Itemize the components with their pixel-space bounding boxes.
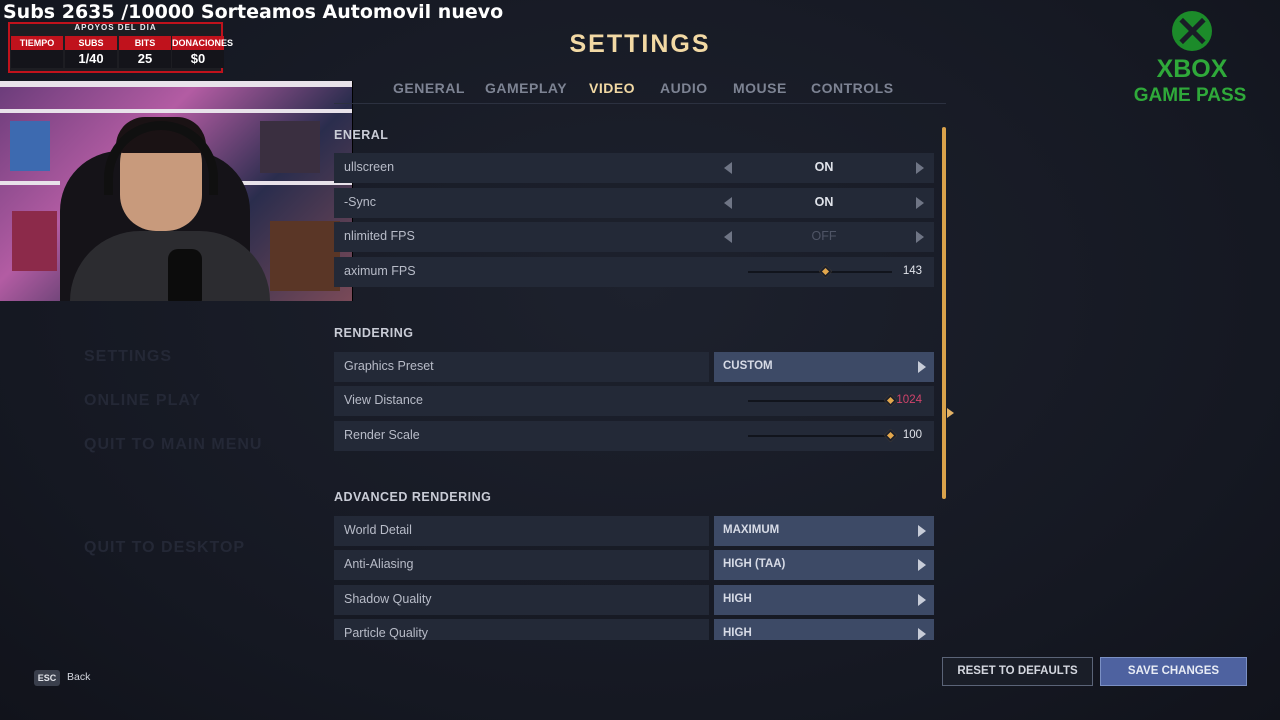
setting-label: Graphics Preset — [344, 359, 434, 373]
tab-audio[interactable]: AUDIO — [660, 80, 708, 96]
chevron-right-icon — [918, 361, 926, 373]
setting-label: Anti-Aliasing — [344, 557, 414, 571]
mouse-cursor-icon — [947, 408, 954, 418]
shelf — [0, 81, 352, 87]
arrow-right-icon[interactable] — [916, 197, 924, 209]
anti-aliasing-dropdown[interactable]: HIGH (TAA) — [714, 550, 934, 580]
webcam-feed — [0, 81, 353, 301]
slider-track[interactable] — [748, 400, 892, 402]
back-label[interactable]: Back — [67, 671, 90, 683]
setting-value: 1024 — [896, 394, 922, 406]
graphics-preset-dropdown[interactable]: CUSTOM — [714, 352, 934, 382]
setting-fullscreen[interactable]: ullscreen ON — [334, 153, 934, 183]
setting-label-cell: Shadow Quality — [334, 585, 709, 615]
settings-tabs: GENERAL GAMEPLAY VIDEO AUDIO MOUSE CONTR… — [334, 74, 946, 104]
arrow-right-icon[interactable] — [916, 162, 924, 174]
tab-gameplay[interactable]: GAMEPLAY — [485, 80, 567, 96]
collectible — [270, 221, 340, 291]
setting-shadow-quality[interactable]: Shadow Quality HIGH — [334, 585, 934, 615]
collectible — [12, 211, 57, 271]
setting-label: aximum FPS — [344, 264, 416, 278]
microphone — [168, 249, 202, 301]
tab-general[interactable]: GENERAL — [393, 80, 465, 96]
setting-label-cell: Anti-Aliasing — [334, 550, 709, 580]
reset-defaults-button[interactable]: RESET TO DEFAULTS — [942, 657, 1093, 686]
game-pass-text: GAME PASS — [1133, 85, 1247, 106]
chevron-right-icon — [918, 628, 926, 640]
setting-value: OFF — [811, 229, 837, 243]
setting-value: CUSTOM — [723, 360, 773, 372]
setting-value: HIGH — [723, 593, 752, 605]
setting-value: ON — [814, 195, 834, 209]
setting-particle-quality[interactable]: Particle Quality HIGH — [334, 619, 934, 640]
setting-max-fps[interactable]: aximum FPS 143 — [334, 257, 934, 287]
section-advanced-heading: ADVANCED RENDERING — [334, 490, 492, 504]
setting-anti-aliasing[interactable]: Anti-Aliasing HIGH (TAA) — [334, 550, 934, 580]
world-detail-dropdown[interactable]: MAXIMUM — [714, 516, 934, 546]
bg-menu-quit-desktop: QUIT TO DESKTOP — [84, 539, 246, 556]
setting-label-cell: World Detail — [334, 516, 709, 546]
game-screen: SETTINGS ONLINE PLAY QUIT TO MAIN MENU Q… — [0, 0, 1280, 720]
section-general-heading: ENERAL — [334, 128, 389, 142]
chevron-right-icon — [918, 525, 926, 537]
setting-vsync[interactable]: -Sync ON — [334, 188, 934, 218]
settings-content: ENERAL ullscreen ON -Sync ON nlimited FP… — [334, 118, 946, 640]
setting-view-distance[interactable]: View Distance 1024 — [334, 386, 934, 416]
arrow-left-icon[interactable] — [724, 231, 732, 243]
setting-label: Shadow Quality — [344, 592, 432, 606]
bg-menu-quit-main: QUIT TO MAIN MENU — [84, 436, 263, 453]
setting-value: ON — [814, 160, 834, 174]
collectible — [10, 121, 50, 171]
setting-label: View Distance — [344, 393, 423, 407]
shelf — [0, 181, 60, 185]
setting-graphics-preset[interactable]: Graphics Preset CUSTOM — [334, 352, 934, 382]
esc-key-icon[interactable]: ESC — [34, 670, 60, 686]
particle-quality-dropdown[interactable]: HIGH — [714, 619, 934, 640]
setting-value: HIGH — [723, 627, 752, 639]
slider-track[interactable] — [748, 435, 892, 437]
xbox-brand-text: XBOX — [1156, 55, 1228, 83]
setting-label: -Sync — [344, 195, 376, 209]
chevron-right-icon — [918, 594, 926, 606]
setting-label: Particle Quality — [344, 626, 429, 640]
tab-mouse[interactable]: MOUSE — [733, 80, 787, 96]
arrow-left-icon[interactable] — [724, 197, 732, 209]
stream-title: Subs 2635 /10000 Sorteamos Automovil nue… — [3, 1, 504, 23]
setting-label-cell: Graphics Preset — [334, 352, 709, 382]
chevron-right-icon — [918, 559, 926, 571]
slider-thumb[interactable] — [819, 265, 833, 278]
save-changes-button[interactable]: SAVE CHANGES — [1100, 657, 1247, 686]
setting-value: MAXIMUM — [723, 524, 780, 536]
setting-value: HIGH (TAA) — [723, 558, 786, 570]
section-rendering-heading: RENDERING — [334, 326, 414, 340]
setting-unlimited-fps[interactable]: nlimited FPS OFF — [334, 222, 934, 252]
settings-scrollbar[interactable] — [942, 127, 946, 499]
tab-video[interactable]: VIDEO — [589, 80, 635, 96]
bg-menu-settings: SETTINGS — [84, 348, 173, 365]
setting-value: 143 — [902, 265, 922, 277]
setting-label-cell: Particle Quality — [334, 619, 709, 640]
page-title: SETTINGS — [569, 30, 711, 58]
setting-world-detail[interactable]: World Detail MAXIMUM — [334, 516, 934, 546]
collectible — [260, 121, 320, 173]
tab-controls[interactable]: CONTROLS — [811, 80, 894, 96]
setting-render-scale[interactable]: Render Scale 100 — [334, 421, 934, 451]
setting-label: ullscreen — [344, 160, 395, 174]
bg-menu-online-play: ONLINE PLAY — [84, 392, 202, 409]
setting-label: Render Scale — [344, 428, 420, 442]
arrow-left-icon[interactable] — [724, 162, 732, 174]
setting-label: nlimited FPS — [344, 229, 415, 243]
setting-label: World Detail — [344, 523, 412, 537]
shelf — [0, 109, 352, 113]
setting-value: 100 — [902, 429, 922, 441]
shadow-quality-dropdown[interactable]: HIGH — [714, 585, 934, 615]
arrow-right-icon[interactable] — [916, 231, 924, 243]
